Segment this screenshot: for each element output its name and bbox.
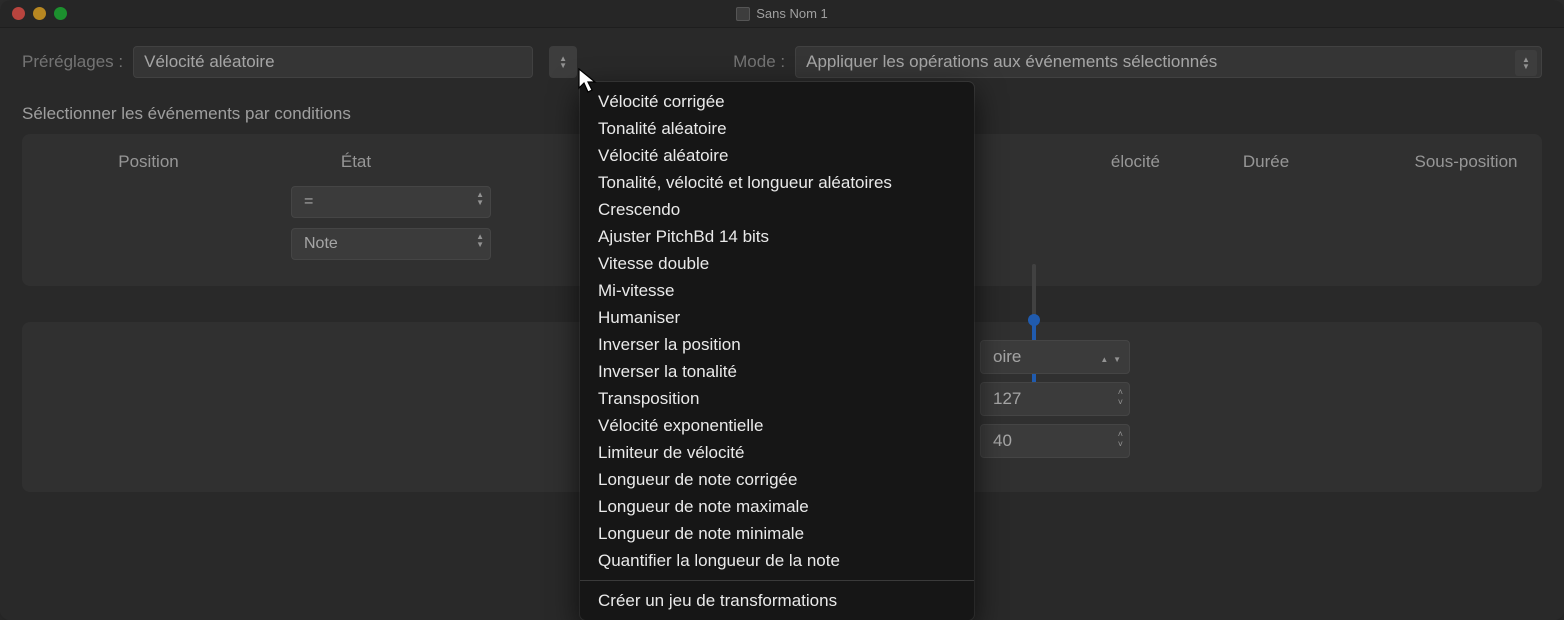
title-wrap: Sans Nom 1: [736, 6, 828, 21]
popup-item[interactable]: Vélocité corrigée: [580, 88, 974, 115]
spinner-icon: ˄ ˅: [1118, 429, 1123, 449]
chevron-down-icon: ˅: [1118, 397, 1123, 407]
chevron-up-icon: ▲: [476, 191, 484, 198]
chevron-down-icon: ▼: [476, 241, 484, 248]
popup-item[interactable]: Tonalité aléatoire: [580, 115, 974, 142]
velocity-min-value: 40: [993, 431, 1012, 451]
popup-item-create-transform-set[interactable]: Créer un jeu de transformations: [580, 587, 974, 614]
chevron-down-icon: ▼: [559, 62, 567, 69]
col-position: Position: [46, 152, 251, 172]
chevron-up-icon: ▲: [476, 233, 484, 240]
velocity-max-value: 127: [993, 389, 1021, 409]
velocity-mode-value: oire: [993, 347, 1021, 367]
presets-select-value: Vélocité aléatoire: [144, 52, 274, 72]
popup-item[interactable]: Quantifier la longueur de la note: [580, 547, 974, 574]
popup-item[interactable]: Crescendo: [580, 196, 974, 223]
slider-thumb[interactable]: [1028, 314, 1040, 326]
close-window-button[interactable]: [12, 7, 25, 20]
etat-value: Note: [304, 235, 338, 253]
popup-item[interactable]: Tonalité, vélocité et longueur aléatoire…: [580, 169, 974, 196]
chevron-up-icon: ▲: [1100, 355, 1108, 364]
col-velocity-partial: élocité: [971, 152, 1166, 172]
presets-popup[interactable]: Vélocité corrigéeTonalité aléatoireVéloc…: [580, 82, 974, 620]
chevron-down-icon: ▼: [476, 199, 484, 206]
popup-item[interactable]: Inverser la position: [580, 331, 974, 358]
col-duree: Durée: [1166, 152, 1366, 172]
traffic-lights: [12, 7, 67, 20]
minimize-window-button[interactable]: [33, 7, 46, 20]
chevron-up-icon: ˄: [1118, 429, 1123, 439]
popup-item[interactable]: Vélocité aléatoire: [580, 142, 974, 169]
velocity-value-stack: oire ▲ ▼ 127 ˄ ˅ 40 ˄: [980, 340, 1130, 458]
chevron-down-icon: ˅: [1118, 439, 1123, 449]
popup-item[interactable]: Humaniser: [580, 304, 974, 331]
etat-operator-select[interactable]: = ▲ ▼: [291, 186, 491, 218]
etat-operator-value: =: [304, 193, 313, 211]
stepper-icon: ▲ ▼: [476, 233, 484, 248]
velocity-max-field[interactable]: 127 ˄ ˅: [980, 382, 1130, 416]
velocity-mode-select[interactable]: oire ▲ ▼: [980, 340, 1130, 374]
mode-select[interactable]: Appliquer les opérations aux événements …: [795, 46, 1542, 78]
document-icon: [736, 7, 750, 21]
presets-label: Préréglages :: [22, 52, 123, 72]
popup-item[interactable]: Longueur de note corrigée: [580, 466, 974, 493]
col-etat: État: [251, 152, 461, 172]
chevron-down-icon: ▼: [1113, 355, 1121, 364]
top-row: Préréglages : Vélocité aléatoire ▲ ▼ Mod…: [22, 46, 1542, 78]
mode-select-value: Appliquer les opérations aux événements …: [806, 52, 1217, 72]
popup-item[interactable]: Longueur de note maximale: [580, 493, 974, 520]
popup-separator: [580, 580, 974, 581]
presets-stepper[interactable]: ▲ ▼: [549, 46, 577, 78]
popup-item[interactable]: Transposition: [580, 385, 974, 412]
chevron-up-icon: ˄: [1118, 387, 1123, 397]
popup-item[interactable]: Mi-vitesse: [580, 277, 974, 304]
velocity-min-field[interactable]: 40 ˄ ˅: [980, 424, 1130, 458]
presets-select[interactable]: Vélocité aléatoire: [133, 46, 533, 78]
spinner-icon: ˄ ˅: [1118, 387, 1123, 407]
popup-item[interactable]: Limiteur de vélocité: [580, 439, 974, 466]
stepper-icon: ▲ ▼: [476, 191, 484, 206]
titlebar: Sans Nom 1: [0, 0, 1564, 28]
window-title: Sans Nom 1: [756, 6, 828, 21]
popup-item[interactable]: Ajuster PitchBd 14 bits: [580, 223, 974, 250]
col-sousposition: Sous-position: [1366, 152, 1564, 172]
mode-stepper[interactable]: ▲ ▼: [1515, 50, 1537, 76]
etat-value-select[interactable]: Note ▲ ▼: [291, 228, 491, 260]
stepper-icon: ▲ ▼: [1100, 347, 1121, 367]
maximize-window-button[interactable]: [54, 7, 67, 20]
chevron-down-icon: ▼: [1522, 63, 1530, 70]
popup-item[interactable]: Vélocité exponentielle: [580, 412, 974, 439]
popup-item[interactable]: Longueur de note minimale: [580, 520, 974, 547]
popup-item[interactable]: Inverser la tonalité: [580, 358, 974, 385]
mode-label: Mode :: [733, 52, 785, 72]
popup-item[interactable]: Vitesse double: [580, 250, 974, 277]
